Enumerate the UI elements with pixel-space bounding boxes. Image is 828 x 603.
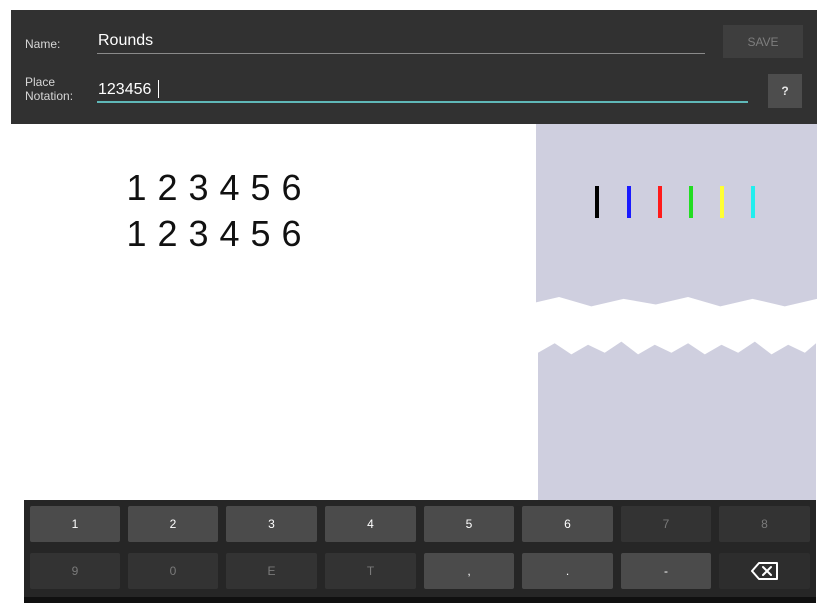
save-button[interactable]: SAVE	[723, 25, 803, 58]
bell-number: 6	[281, 213, 306, 254]
number-keyboard: 1 2 3 4 5 6 7 8 9 0 E T , . -	[24, 500, 816, 603]
bottom-panel: 1 2 3 4 5 6 7 8 9 0 E T , . -	[24, 340, 816, 603]
bell-number: 1	[126, 213, 151, 254]
key-6[interactable]: 6	[522, 506, 613, 542]
bell-number: 4	[219, 213, 244, 254]
bell-line-2	[627, 186, 631, 218]
change-row: 123456	[123, 214, 309, 254]
key-comma[interactable]: ,	[424, 553, 514, 589]
change-row: 123456	[123, 168, 309, 208]
key-e[interactable]: E	[226, 553, 317, 589]
top-panel: Name: Rounds SAVE Place Notation: 123456…	[11, 10, 817, 312]
method-preview: 123456 123456	[11, 124, 817, 307]
text-cursor	[158, 80, 159, 98]
key-2[interactable]: 2	[128, 506, 218, 542]
bell-number: 5	[250, 213, 275, 254]
bell-number: 6	[281, 167, 306, 208]
bell-number: 2	[157, 167, 182, 208]
key-7[interactable]: 7	[621, 506, 711, 542]
bell-number: 1	[126, 167, 151, 208]
bell-number: 3	[188, 213, 213, 254]
bell-number: 5	[250, 167, 275, 208]
bell-number: 4	[219, 167, 244, 208]
keyboard-bottom-bar	[24, 597, 816, 603]
key-3[interactable]: 3	[226, 506, 317, 542]
backspace-key[interactable]	[719, 553, 810, 589]
key-dash[interactable]: -	[621, 553, 711, 589]
bell-line-4	[689, 186, 693, 218]
bell-number: 2	[157, 213, 182, 254]
bell-lines-panel-continued	[538, 341, 816, 500]
key-5[interactable]: 5	[424, 506, 514, 542]
key-t[interactable]: T	[325, 553, 416, 589]
name-label: Name:	[25, 37, 61, 51]
key-0[interactable]: 0	[128, 553, 218, 589]
place-notation-label-line1: Place	[25, 75, 56, 89]
bell-line-6	[751, 186, 755, 218]
method-preview-continued	[24, 340, 538, 500]
place-notation-underline	[97, 101, 748, 103]
help-button[interactable]: ?	[768, 74, 802, 108]
method-editor-header: Name: Rounds SAVE Place Notation: 123456…	[11, 10, 817, 124]
place-notation-label-line2: Notation:	[25, 89, 74, 103]
key-4[interactable]: 4	[325, 506, 416, 542]
bell-number: 3	[188, 167, 213, 208]
bell-line-1	[595, 186, 599, 218]
place-notation-field[interactable]: 123456	[98, 81, 151, 99]
name-field-underline	[97, 53, 705, 54]
key-period[interactable]: .	[522, 553, 613, 589]
key-9[interactable]: 9	[30, 553, 120, 589]
bell-line-3	[658, 186, 662, 218]
bell-line-5	[720, 186, 724, 218]
backspace-icon	[750, 562, 778, 580]
key-8[interactable]: 8	[719, 506, 810, 542]
bell-lines-panel	[536, 124, 817, 307]
key-1[interactable]: 1	[30, 506, 120, 542]
name-field[interactable]: Rounds	[98, 32, 153, 50]
